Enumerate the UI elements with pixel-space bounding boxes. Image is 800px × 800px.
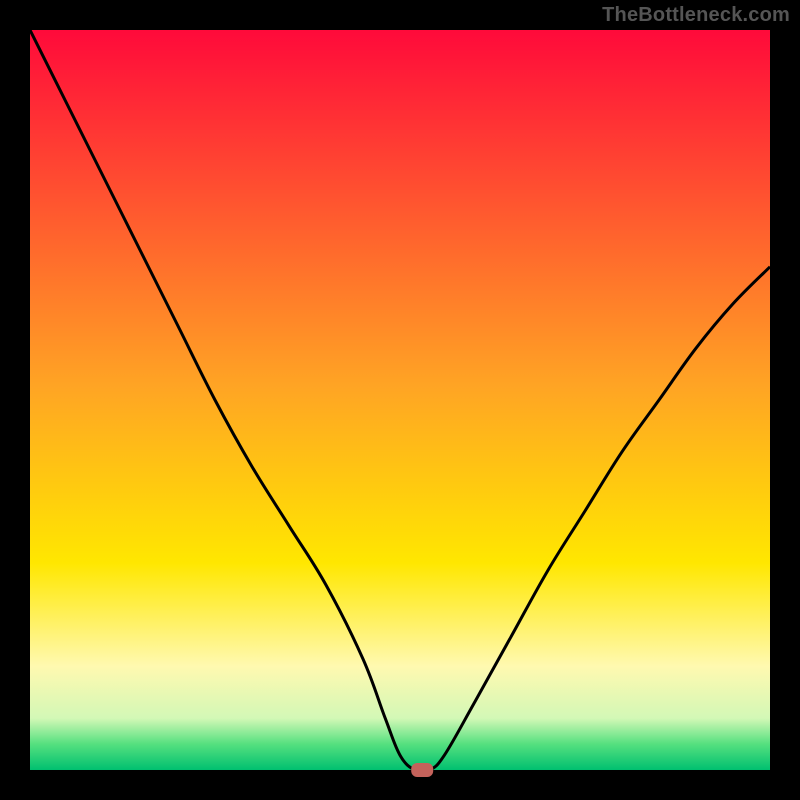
optimal-point-marker bbox=[411, 763, 433, 777]
watermark-text: TheBottleneck.com bbox=[602, 4, 790, 27]
bottleneck-chart bbox=[0, 0, 800, 800]
chart-container: TheBottleneck.com bbox=[0, 0, 800, 800]
